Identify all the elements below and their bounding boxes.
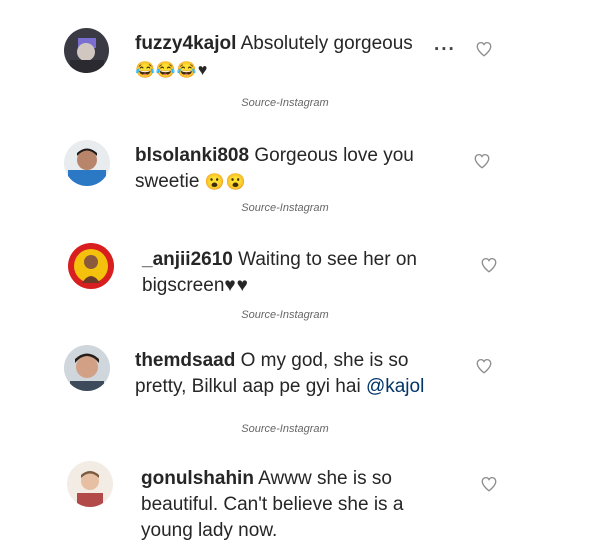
comment-username[interactable]: fuzzy4kajol <box>135 33 236 54</box>
avatar[interactable] <box>64 140 110 186</box>
comment-body: gonulshahin Awww she is so <box>141 466 461 491</box>
comment-body: _anjii2610 Waiting to see her on <box>142 247 462 272</box>
comment-text: Absolutely gorgeous <box>240 33 413 54</box>
source-caption: Source-Instagram <box>241 309 329 321</box>
avatar[interactable] <box>67 461 113 507</box>
like-heart-icon[interactable] <box>480 475 498 493</box>
comment-text: Waiting to see her on <box>238 249 417 270</box>
like-heart-icon[interactable] <box>475 40 493 58</box>
comment-username[interactable]: gonulshahin <box>141 468 254 489</box>
comment-text: bigscreen <box>142 275 225 296</box>
avatar[interactable] <box>64 345 110 391</box>
comments-screenshot: { "comments": [ { "username": "fuzzy4kaj… <box>0 0 600 553</box>
comment-emoji: 😂😂😂♥ <box>135 62 209 79</box>
comment-username[interactable]: blsolanki808 <box>135 145 249 166</box>
like-heart-icon[interactable] <box>480 256 498 274</box>
comment-emoji: 😮😮 <box>204 174 247 191</box>
source-caption: Source-Instagram <box>241 423 329 435</box>
avatar[interactable] <box>68 243 114 289</box>
comment-body: fuzzy4kajol Absolutely gorgeous <box>135 31 455 56</box>
comment-username[interactable]: themdsaad <box>135 350 235 371</box>
comment-username[interactable]: _anjii2610 <box>142 249 233 270</box>
comment-text: pretty, Bilkul aap pe gyi hai <box>135 376 361 397</box>
comment-text: Gorgeous love you <box>254 145 414 166</box>
like-heart-icon[interactable] <box>475 357 493 375</box>
comment-text: Awww she is so <box>258 468 392 489</box>
source-caption: Source-Instagram <box>241 202 329 214</box>
mention-link[interactable]: @kajol <box>366 376 424 397</box>
comment-text: O my god, she is so <box>240 350 409 371</box>
source-caption: Source-Instagram <box>241 97 329 109</box>
comment-emoji: ♥♥ <box>224 275 249 296</box>
comment-body-line-2: bigscreen♥♥ <box>142 273 249 298</box>
comment-body-line-3: young lady now. <box>141 520 278 541</box>
comment-body-line-2: sweetie 😮😮 <box>135 169 247 195</box>
comment-text: sweetie <box>135 171 200 192</box>
like-heart-icon[interactable] <box>473 152 491 170</box>
comment-body-line-2: beautiful. Can't believe she is a <box>141 494 404 515</box>
comment-body: blsolanki808 Gorgeous love you <box>135 143 455 168</box>
comment-body-line-2: pretty, Bilkul aap pe gyi hai @kajol <box>135 374 424 399</box>
comment-body: themdsaad O my god, she is so <box>135 348 465 373</box>
more-button[interactable]: ... <box>434 32 456 57</box>
avatar[interactable] <box>64 28 109 73</box>
